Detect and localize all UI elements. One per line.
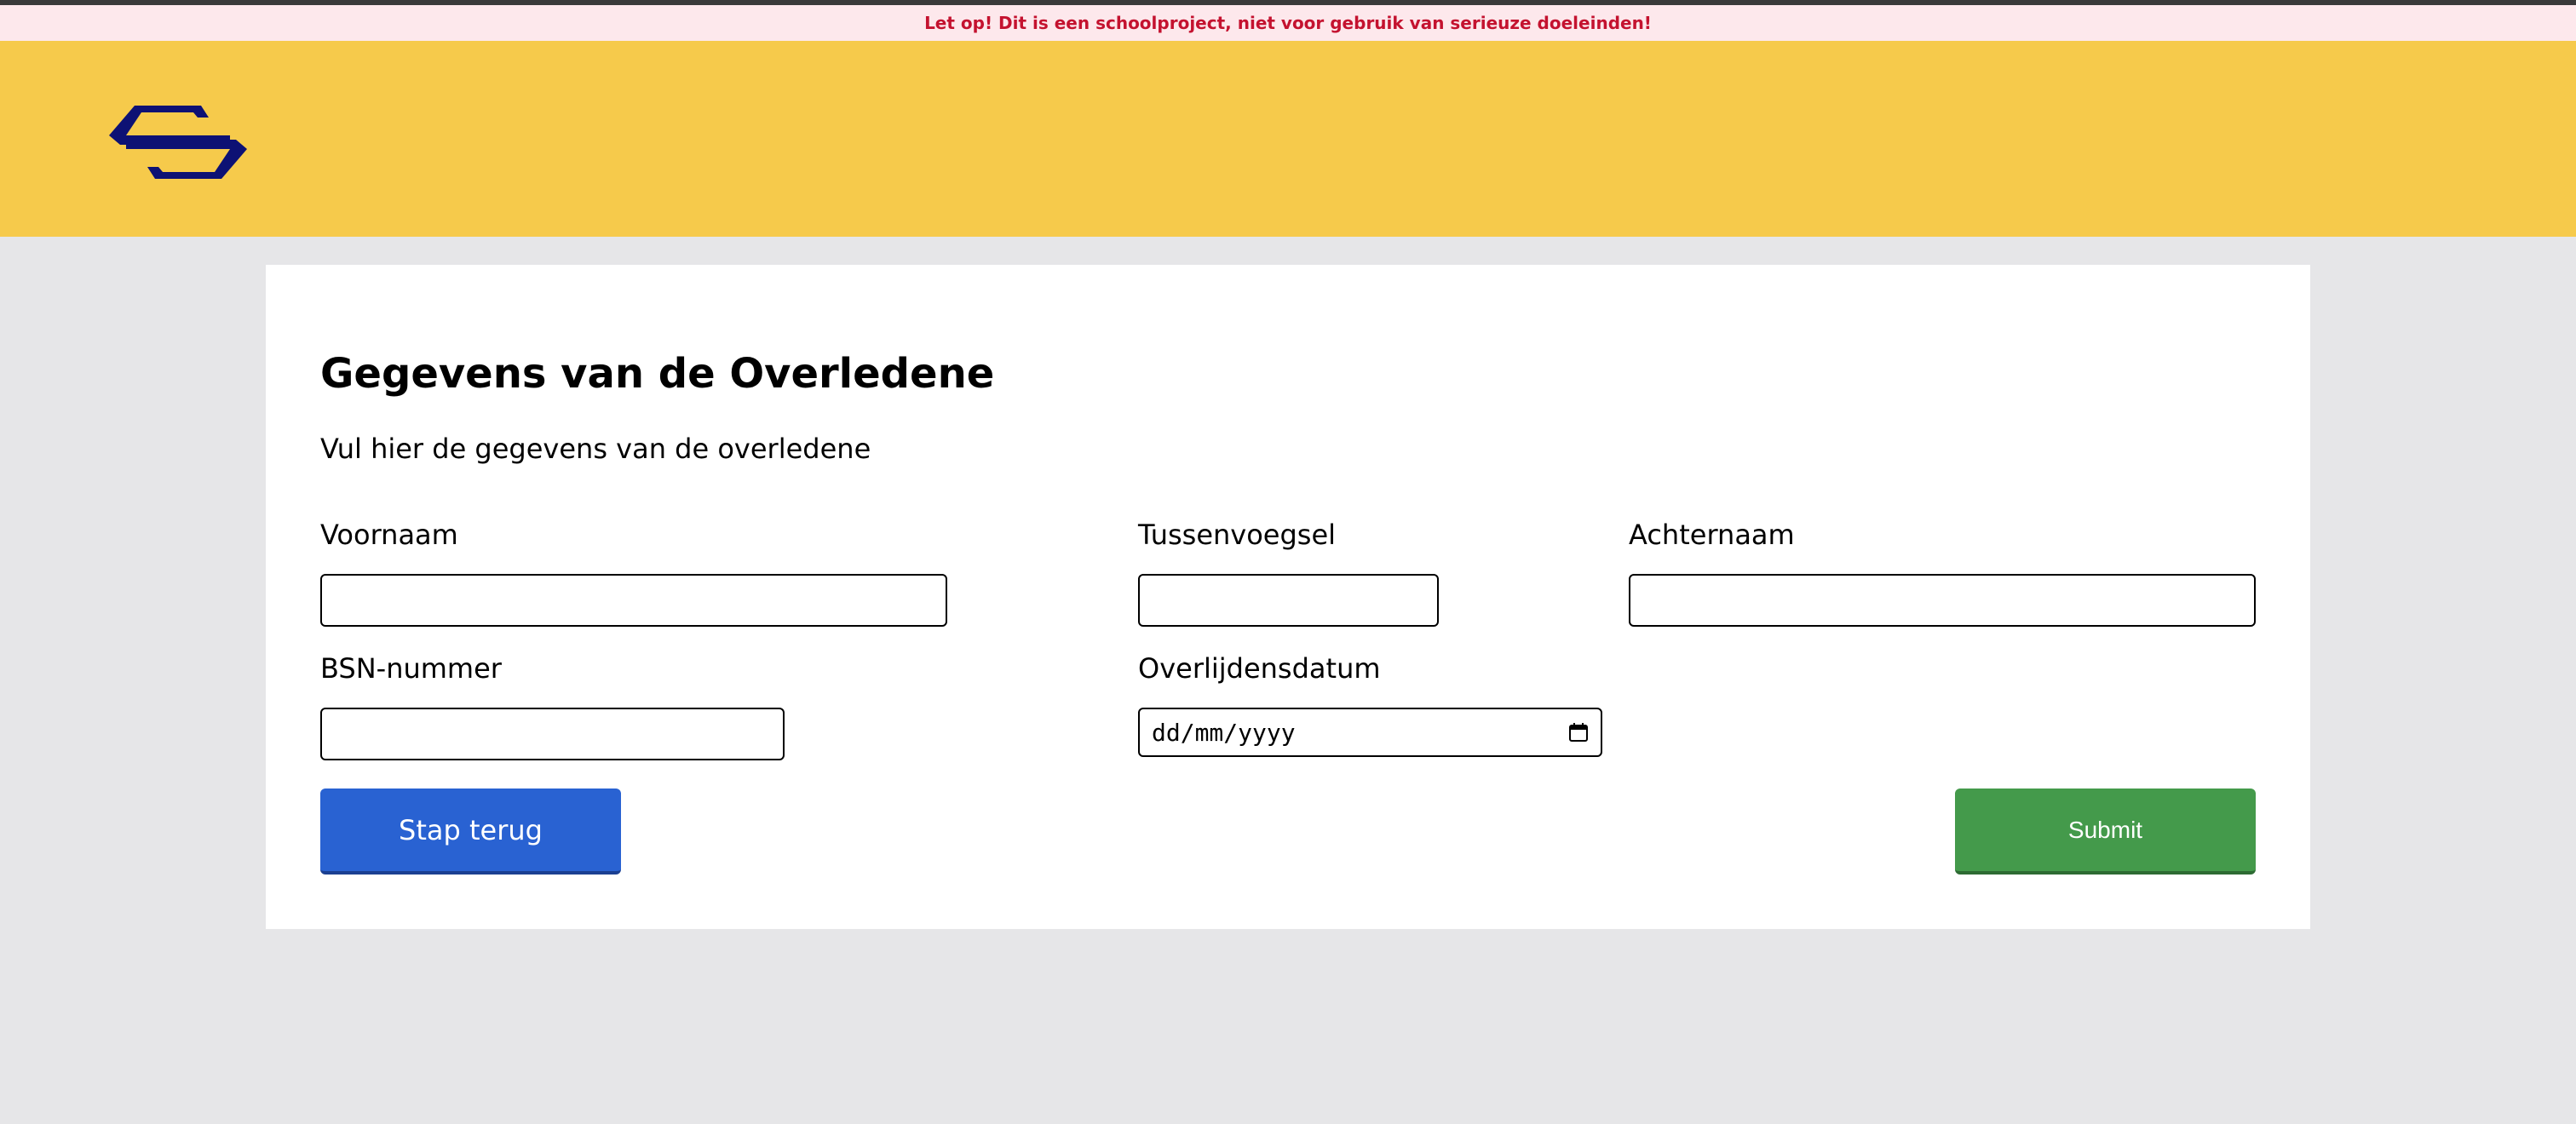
form-card: Gegevens van de Overledene Vul hier de g…: [266, 265, 2310, 929]
achternaam-label: Achternaam: [1629, 519, 1795, 551]
date-placeholder: dd/mm/yyyy: [1152, 718, 1296, 747]
achternaam-input[interactable]: [1629, 574, 2256, 627]
notice-text: Let op! Dit is een schoolproject, niet v…: [924, 13, 1652, 33]
overlijdensdatum-label: Overlijdensdatum: [1138, 652, 1381, 685]
tussenvoegsel-label: Tussenvoegsel: [1138, 519, 1337, 551]
bsn-label: BSN-nummer: [320, 652, 502, 685]
page-subtitle: Vul hier de gegevens van de overledene: [320, 433, 871, 465]
bsn-input[interactable]: [320, 708, 785, 760]
calendar-icon[interactable]: [1568, 722, 1589, 743]
page-title: Gegevens van de Overledene: [320, 350, 995, 398]
overlijdensdatum-input[interactable]: dd/mm/yyyy: [1138, 708, 1602, 757]
site-header: [0, 41, 2576, 237]
tussenvoegsel-input[interactable]: [1138, 574, 1439, 627]
ns-logo-icon[interactable]: [106, 104, 250, 181]
voornaam-label: Voornaam: [320, 519, 458, 551]
notice-banner: Let op! Dit is een schoolproject, niet v…: [0, 5, 2576, 41]
back-button[interactable]: Stap terug: [320, 789, 621, 875]
voornaam-input[interactable]: [320, 574, 947, 627]
submit-button[interactable]: Submit: [1955, 789, 2256, 875]
